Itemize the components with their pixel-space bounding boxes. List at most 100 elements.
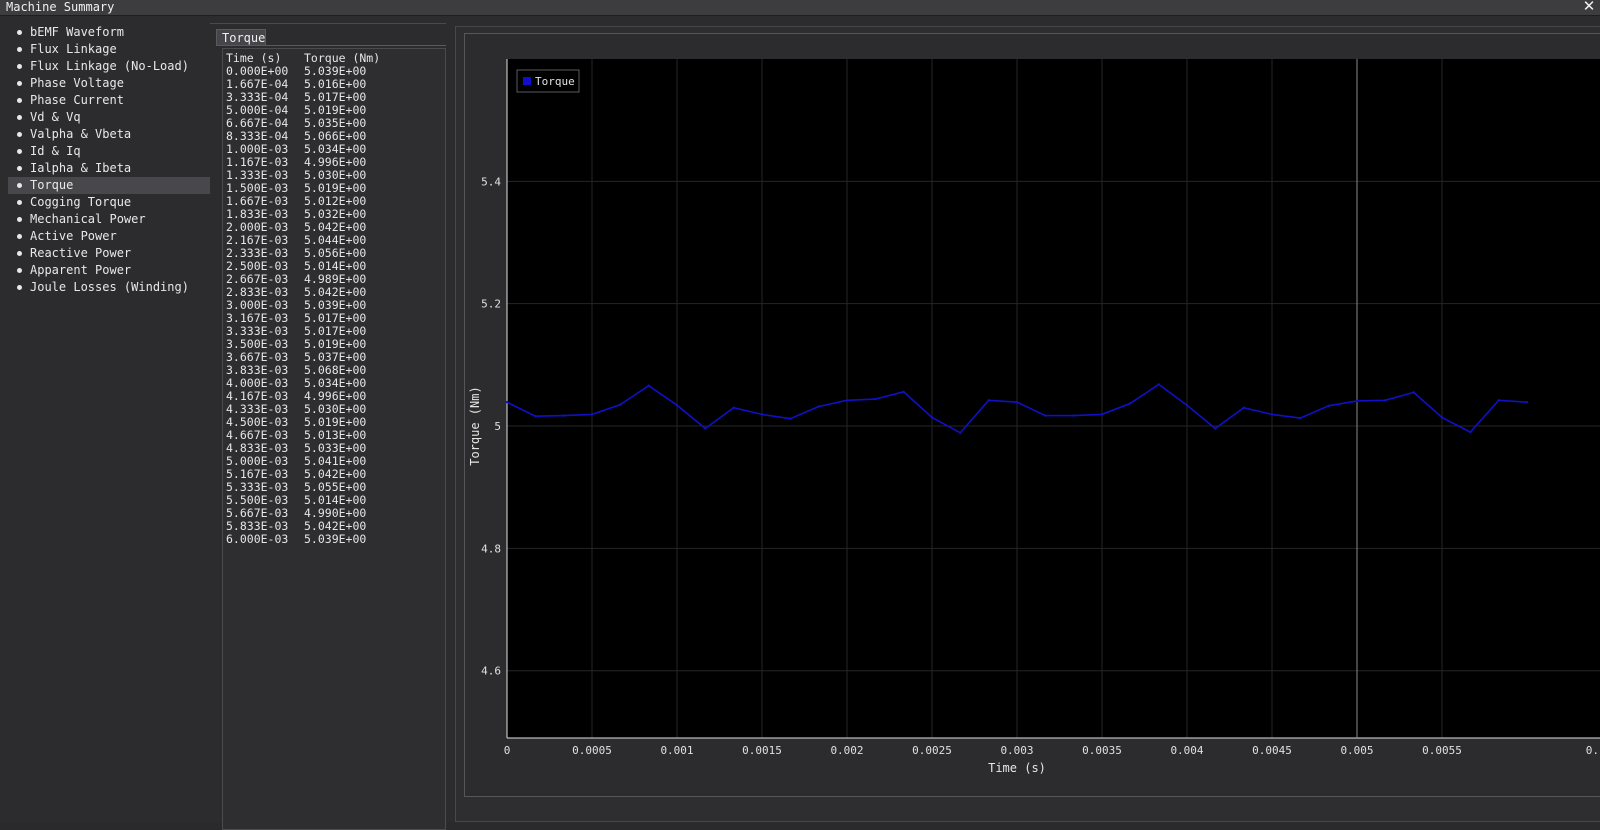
data-point [1270,413,1274,416]
sidebar-item-phase-current[interactable]: Phase Current [8,92,210,109]
sidebar-item-label: Active Power [30,229,117,243]
torque-chart[interactable]: 0 0.0005 0.001 0.0015 0.002 0.0025 0.003 0.0035… [465,34,1600,798]
data-point [1214,427,1217,430]
data-point [1044,414,1047,417]
sidebar-item-flux-linkage[interactable]: Flux Linkage [8,41,210,58]
data-point [675,404,679,407]
bullet-icon [17,268,22,273]
sidebar-item-label: bEMF Waveform [30,25,124,39]
sidebar-item-torque[interactable]: Torque [8,177,210,194]
bullet-icon [17,285,22,290]
plot-frame[interactable]: 0 0.0005 0.001 0.0015 0.002 0.0025 0.003 0.0035… [464,33,1600,797]
sidebar-item-active-power[interactable]: Active Power [8,228,210,245]
x-tick-label: 0.0035 [1082,744,1122,757]
data-table[interactable]: Time (s) Torque (Nm) 0.000E+00 5.039E+00 1.6… [222,48,446,830]
bullet-icon [17,98,22,103]
title-bar: Machine Summary ✕ [0,0,1600,16]
bullet-icon [17,234,22,239]
tab-torque[interactable]: Torque [216,29,266,45]
legend-label: Torque [535,75,575,88]
sidebar-item-reactive-power[interactable]: Reactive Power [8,245,210,262]
bullet-icon [17,251,22,256]
sidebar-item-id-iq[interactable]: Id & Iq [8,143,210,160]
sidebar-item-phase-voltage[interactable]: Phase Voltage [8,75,210,92]
sidebar-item-label: Mechanical Power [30,212,146,226]
sidebar-item-valpha-vbeta[interactable]: Valpha & Vbeta [8,126,210,143]
sidebar-item-label: Flux Linkage [30,42,117,56]
sidebar-item-label: Phase Voltage [30,76,124,90]
data-point [704,427,707,430]
close-icon[interactable]: ✕ [1582,0,1596,15]
bullet-icon [17,183,22,188]
data-point [930,416,934,419]
table-cell: 5.039E+00 [304,532,367,546]
data-point [1497,399,1500,402]
sidebar-item-apparent-power[interactable]: Apparent Power [8,262,210,279]
data-point [1469,430,1472,434]
x-tick-label: 0. [1586,744,1599,757]
data-point [1299,416,1302,420]
x-tick-label: 0.0015 [742,744,782,757]
y-tick-label: 4.6 [481,665,501,678]
data-point [562,414,565,417]
y-tick-label: 5 [494,420,501,433]
data-point [987,399,990,402]
data-point [845,399,849,402]
x-tick-label: 0.0025 [912,744,952,757]
y-tick-label: 5.4 [481,175,501,188]
data-point [1015,400,1019,404]
table-row: 6.000E-03 5.039E+00 [223,533,445,546]
sidebar-item-label: Torque [30,178,74,192]
sidebar-item-joule-losses-winding[interactable]: Joule Losses (Winding) [8,279,210,296]
sidebar-item-vd-vq[interactable]: Vd & Vq [8,109,210,126]
window-title: Machine Summary [6,0,115,14]
x-tick-label: 0.0005 [572,744,612,757]
sidebar-item-label: Id & Iq [30,144,81,158]
data-point [732,406,735,409]
sidebar-item-label: Vd & Vq [30,110,81,124]
data-point [959,431,962,434]
data-point [1157,383,1160,386]
data-point [1440,416,1444,419]
data-point [619,403,622,406]
x-axis-label: Time (s) [988,761,1046,775]
sidebar-item-label: Joule Losses (Winding) [30,280,189,294]
data-point [902,390,905,393]
bullet-icon [17,132,22,137]
data-point [1129,402,1132,405]
sidebar-item-label: Reactive Power [30,246,132,260]
data-point [817,405,820,408]
sidebar-item-flux-linkage-no-load[interactable]: Flux Linkage (No-Load) [8,58,210,75]
data-point [534,415,537,418]
legend-swatch [523,77,531,85]
data-point [1072,414,1075,417]
divider [216,45,446,46]
sidebar-item-label: Cogging Torque [30,195,132,209]
sidebar-item-ialpha-ibeta[interactable]: Ialpha & Ibeta [8,160,210,177]
sidebar-item-label: Phase Current [30,93,124,107]
x-tick-label: 0.001 [660,744,693,757]
sidebar-item-cogging-torque[interactable]: Cogging Torque [8,194,210,211]
data-point [1525,400,1529,404]
bullet-icon [17,81,22,86]
bullet-icon [17,47,22,52]
bullet-icon [17,217,22,222]
bullet-icon [17,30,22,35]
y-tick-label: 5.2 [481,298,501,311]
sidebar-item-label: Apparent Power [30,263,132,277]
data-point [590,413,594,416]
x-tick-label: 0.003 [1000,744,1033,757]
plot-area[interactable] [507,59,1600,738]
bullet-icon [17,166,22,171]
sidebar-item-mechanical-power[interactable]: Mechanical Power [8,211,210,228]
bullet-icon [17,200,22,205]
data-point [1412,391,1415,394]
divider [210,23,446,24]
data-point [874,397,877,401]
data-point [1355,399,1359,403]
x-tick-label: 0.0055 [1422,744,1462,757]
bullet-icon [17,64,22,69]
data-point [505,400,509,404]
data-point [1185,404,1189,407]
sidebar-item-bemf-waveform[interactable]: bEMF Waveform [8,24,210,41]
